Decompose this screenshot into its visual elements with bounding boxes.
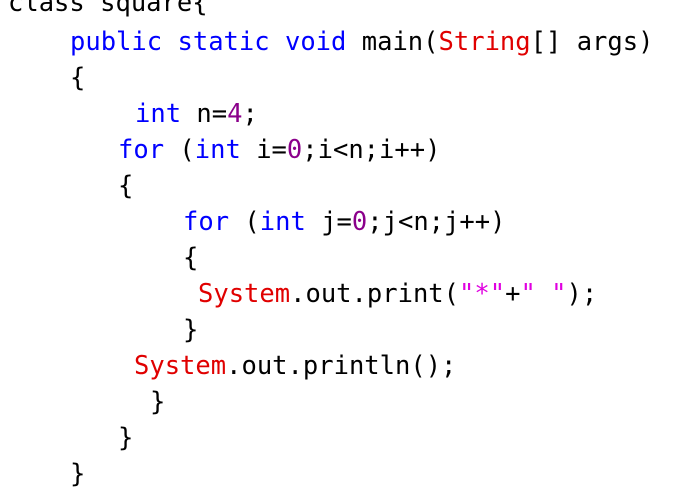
code-token-keyword: for xyxy=(183,207,230,237)
code-line-14: } xyxy=(70,456,85,492)
code-token-text: j= xyxy=(305,207,352,237)
code-editor: class square{ public static void main(St… xyxy=(0,0,691,502)
code-token-text: } xyxy=(118,423,134,453)
code-line-8: { xyxy=(183,240,198,276)
code-token-text: ;j<n;j++) xyxy=(367,207,506,237)
code-token-text: } xyxy=(70,459,86,489)
code-line-2: public static void main(String[] args) xyxy=(70,24,653,60)
code-line-7: for (int j=0;j<n;j++) xyxy=(183,204,505,240)
code-token-keyword: for xyxy=(118,135,165,165)
code-token-text: { xyxy=(118,171,134,201)
code-line-4: int n=4; xyxy=(135,96,258,132)
code-token-string: "*" xyxy=(459,279,506,309)
code-token-class-name: String xyxy=(438,27,531,57)
code-token-text: class square{ xyxy=(8,0,208,18)
code-token-keyword: int xyxy=(259,207,306,237)
code-token-text: { xyxy=(183,243,199,273)
code-line-6: { xyxy=(118,168,133,204)
code-token-keyword: public xyxy=(70,27,163,57)
code-token-number: 0 xyxy=(286,135,303,165)
code-token-text: } xyxy=(183,315,199,345)
code-token-text: .out.print( xyxy=(290,279,460,309)
code-line-10: } xyxy=(183,312,198,348)
code-token-class-name: System xyxy=(134,351,227,381)
code-token-text: .out.println(); xyxy=(226,351,457,381)
code-line-1: class square{ xyxy=(8,0,208,21)
code-token-text: i= xyxy=(240,135,287,165)
code-token-text: } xyxy=(150,387,166,417)
code-line-13: } xyxy=(118,420,133,456)
code-line-9: System.out.print("*"+" "); xyxy=(198,276,597,312)
code-token-number: 4 xyxy=(227,99,243,129)
code-token-keyword: static xyxy=(177,27,270,57)
code-line-12: } xyxy=(150,384,165,420)
code-line-11: System.out.println(); xyxy=(134,348,456,384)
code-token-text: ( xyxy=(164,135,195,165)
code-token-text: + xyxy=(505,279,521,309)
code-token-text: ;i<n;i++) xyxy=(302,135,441,165)
code-line-5: for (int i=0;i<n;i++) xyxy=(118,132,440,168)
code-token-text: main( xyxy=(346,27,439,57)
code-token-class-name: System xyxy=(198,279,291,309)
code-token-number: 0 xyxy=(351,207,368,237)
code-token-text: { xyxy=(70,63,86,93)
code-token-text: [] args) xyxy=(530,27,654,57)
code-token-string: " " xyxy=(520,279,567,309)
code-token-keyword: int xyxy=(194,135,241,165)
code-token-text: n= xyxy=(181,99,228,129)
code-token-text: ); xyxy=(566,279,598,309)
code-line-3: { xyxy=(70,60,85,96)
code-token-text: ( xyxy=(229,207,260,237)
code-token-keyword: int xyxy=(135,99,182,129)
code-token-keyword: void xyxy=(284,27,347,57)
code-token-text: ; xyxy=(242,99,258,129)
